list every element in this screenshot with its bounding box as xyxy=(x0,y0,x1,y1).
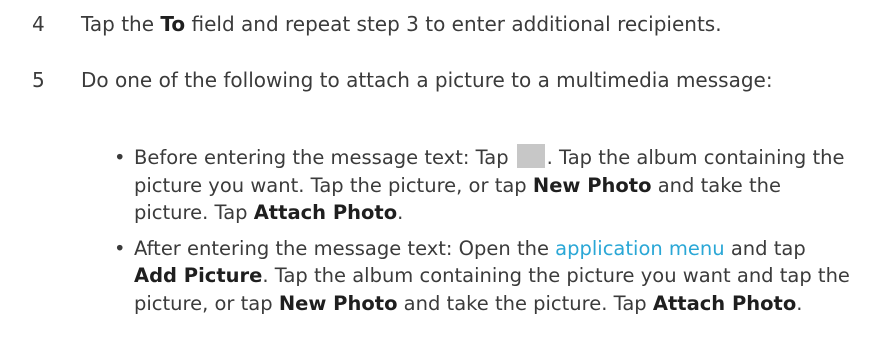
bullet-icon: • xyxy=(114,236,126,260)
step-text: Tap the To field and repeat step 3 to en… xyxy=(81,12,722,36)
step-text: Do one of the following to attach a pict… xyxy=(81,68,773,92)
to-field-label: To xyxy=(160,12,186,36)
attach-photo-label: Attach Photo xyxy=(253,201,398,224)
bullet-icon: • xyxy=(114,146,126,169)
list-item: • After entering the message text: Open … xyxy=(114,236,850,315)
step-number: 4 xyxy=(32,12,45,36)
list-item: • Before entering the message text: Tap.… xyxy=(114,144,845,224)
step-number: 5 xyxy=(32,68,45,92)
bullet-list: • Before entering the message text: Tap.… xyxy=(114,144,854,325)
new-photo-label: New Photo xyxy=(278,291,398,315)
add-picture-label: Add Picture xyxy=(134,264,263,287)
application-menu-link[interactable]: application menu xyxy=(555,237,724,260)
attach-photo-icon xyxy=(516,144,545,168)
new-photo-label: New Photo xyxy=(532,173,652,197)
attach-photo-label: Attach Photo xyxy=(652,291,797,315)
